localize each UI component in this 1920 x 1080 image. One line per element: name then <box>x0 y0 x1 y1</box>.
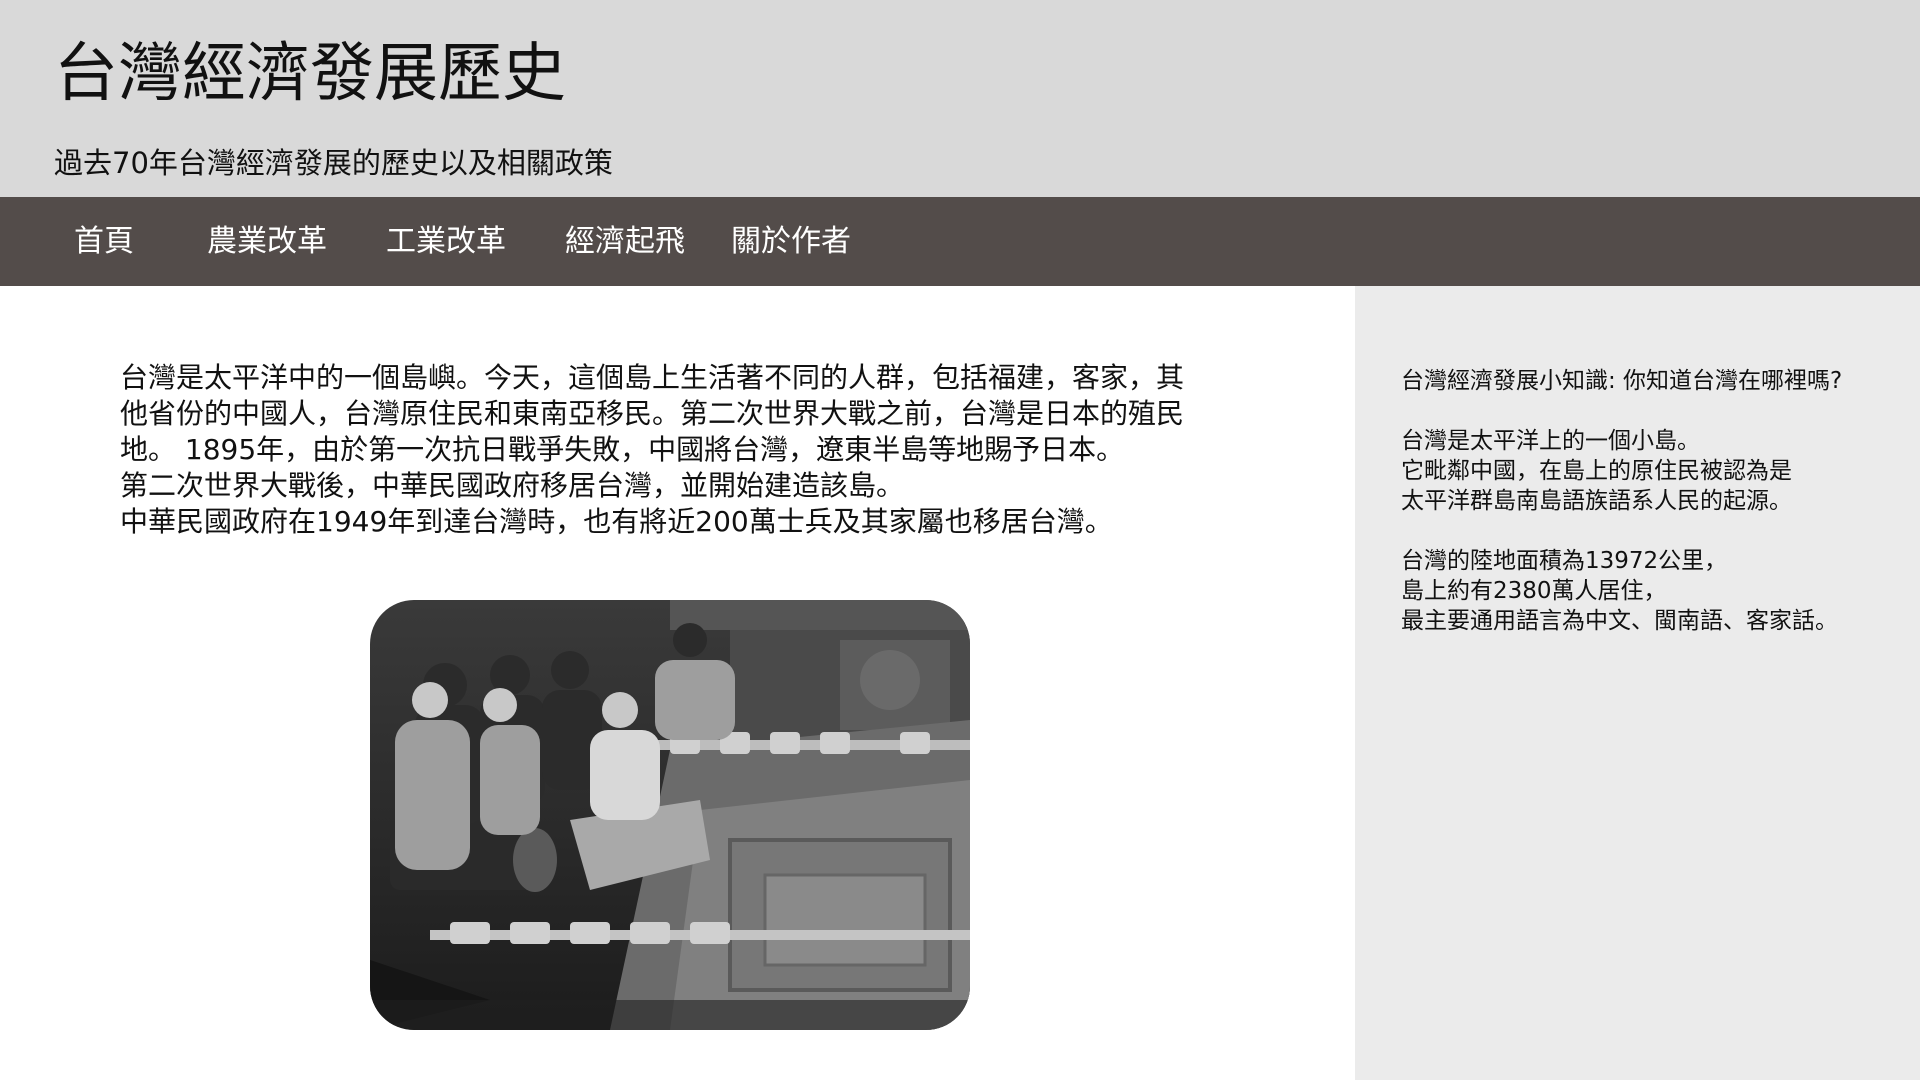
site-title: 台灣經濟發展歷史 <box>54 37 566 111</box>
intro-line: 第二次世界大戰後，中華民國政府移居台灣，並開始建造該島。 <box>120 469 905 502</box>
sidebar-facts: 台灣經濟發展小知識: 你知道台灣在哪裡嗎? 台灣是太平洋上的一個小島。 它毗鄰中… <box>1355 286 1920 1080</box>
photo-figure <box>370 600 1355 1030</box>
sidebar-line: 它毗鄰中國，在島上的原住民被認為是 <box>1401 458 1792 484</box>
intro-line: 地。 1895年，由於第一次抗日戰爭失敗，中國將台灣，遼東半島等地賜予日本。 <box>120 433 1125 466</box>
sidebar-line: 台灣的陸地面積為13972公里， <box>1401 548 1728 574</box>
intro-line: 他省份的中國人，台灣原住民和東南亞移民。第二次世界大戰之前，台灣是日本的殖民 <box>120 397 1185 430</box>
sidebar-line: 島上約有2380萬人居住， <box>1401 578 1667 604</box>
main-content: 台灣是太平洋中的一個島嶼。今天，這個島上生活著不同的人群，包括福建，客家，其 他… <box>0 286 1355 1080</box>
nav-item-about-author[interactable]: 關於作者 <box>731 197 851 286</box>
main-nav: 首頁 農業改革 工業改革 經濟起飛 關於作者 <box>0 197 1920 286</box>
sidebar-heading: 台灣經濟發展小知識: 你知道台灣在哪裡嗎? <box>1401 368 1843 394</box>
sidebar-line: 最主要通用語言為中文、閩南語、客家話。 <box>1401 608 1838 634</box>
main-area: 台灣是太平洋中的一個島嶼。今天，這個島上生活著不同的人群，包括福建，客家，其 他… <box>0 286 1920 1080</box>
sidebar-line: 太平洋群島南島語族語系人民的起源。 <box>1401 488 1792 514</box>
nav-item-economic-takeoff[interactable]: 經濟起飛 <box>565 197 731 286</box>
factory-workers-photo <box>370 600 970 1030</box>
site-subtitle: 過去70年台灣經濟發展的歷史以及相關政策 <box>54 146 613 180</box>
sidebar-line: 台灣是太平洋上的一個小島。 <box>1401 428 1700 454</box>
nav-item-home[interactable]: 首頁 <box>74 197 207 286</box>
nav-item-industrial-reform[interactable]: 工業改革 <box>386 197 565 286</box>
intro-line: 台灣是太平洋中的一個島嶼。今天，這個島上生活著不同的人群，包括福建，客家，其 <box>120 361 1185 394</box>
nav-item-agricultural-reform[interactable]: 農業改革 <box>207 197 386 286</box>
intro-paragraph: 台灣是太平洋中的一個島嶼。今天，這個島上生活著不同的人群，包括福建，客家，其 他… <box>120 360 1355 540</box>
intro-line: 中華民國政府在1949年到達台灣時，也有將近200萬士兵及其家屬也移居台灣。 <box>120 505 1113 538</box>
site-header: 台灣經濟發展歷史 過去70年台灣經濟發展的歷史以及相關政策 <box>0 0 1920 197</box>
